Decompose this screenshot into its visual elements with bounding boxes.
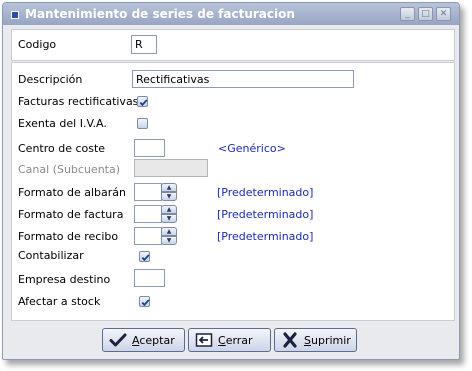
window-icon [11, 11, 19, 19]
formato-albaran-link[interactable]: [Predeterminado] [217, 186, 313, 199]
close-button[interactable]: ✕ [436, 7, 451, 21]
window-title: Mantenimiento de series de facturacion [25, 7, 295, 21]
suprimir-button[interactable]: Suprimir [274, 328, 357, 352]
afectar-stock-checkbox[interactable] [139, 296, 150, 307]
spin-down-icon[interactable]: ▼ [161, 192, 177, 201]
facturas-rectificativas-checkbox[interactable] [137, 96, 148, 107]
formato-albaran-label: Formato de albarán [18, 186, 126, 199]
centro-coste-label: Centro de coste [18, 142, 106, 155]
check-icon [141, 299, 150, 307]
codigo-panel: Codigo R [11, 29, 455, 61]
exenta-iva-checkbox[interactable] [137, 118, 148, 129]
suprimir-label: Suprimir [304, 333, 351, 347]
empresa-destino-label: Empresa destino [18, 273, 111, 286]
afectar-stock-label: Afectar a stock [18, 295, 101, 308]
formato-recibo-link[interactable]: [Predeterminado] [217, 230, 313, 243]
formato-factura-label: Formato de factura [18, 208, 124, 221]
dialog-window: Mantenimiento de series de facturacion _… [2, 2, 460, 360]
spin-down-icon[interactable]: ▼ [161, 236, 177, 245]
cerrar-label: Cerrar [218, 333, 253, 347]
spin-up-icon[interactable]: ▲ [161, 205, 177, 214]
check-icon [141, 254, 150, 262]
spin-up-icon[interactable]: ▲ [161, 227, 177, 236]
cerrar-button[interactable]: Cerrar [188, 328, 271, 352]
contabilizar-checkbox[interactable] [139, 251, 150, 262]
exenta-iva-label: Exenta del I.V.A. [18, 117, 107, 130]
title-bar[interactable]: Mantenimiento de series de facturacion _… [3, 3, 459, 25]
formato-albaran-input[interactable] [134, 183, 162, 201]
maximize-button[interactable]: □ [418, 7, 433, 21]
canal-label: Canal (Subcuenta) [18, 163, 121, 176]
descripcion-label: Descripción [18, 73, 83, 86]
aceptar-label: Aceptar [132, 333, 175, 347]
formato-recibo-spinner[interactable]: ▲ ▼ [134, 227, 178, 245]
aceptar-button[interactable]: Aceptar [102, 328, 185, 352]
formato-recibo-input[interactable] [134, 227, 162, 245]
formato-factura-link[interactable]: [Predeterminado] [217, 208, 313, 221]
canal-input[interactable] [134, 159, 208, 177]
centro-coste-link[interactable]: <Genérico> [218, 142, 286, 155]
codigo-label: Codigo [18, 38, 57, 51]
contabilizar-label: Contabilizar [18, 249, 84, 262]
minimize-button[interactable]: _ [400, 7, 415, 21]
check-icon [139, 99, 148, 107]
formato-recibo-label: Formato de recibo [18, 230, 119, 243]
spin-down-icon[interactable]: ▼ [161, 214, 177, 223]
series-form-panel: Descripción Rectificativas Facturas rect… [11, 62, 455, 321]
back-arrow-icon [195, 332, 213, 348]
formato-factura-input[interactable] [134, 205, 162, 223]
empresa-destino-input[interactable] [134, 269, 165, 287]
codigo-input[interactable]: R [131, 35, 157, 54]
formato-albaran-spinner[interactable]: ▲ ▼ [134, 183, 178, 201]
facturas-rectificativas-label: Facturas rectificativas [18, 95, 139, 108]
check-icon [109, 332, 127, 348]
centro-coste-input[interactable] [134, 139, 165, 157]
formato-factura-spinner[interactable]: ▲ ▼ [134, 205, 178, 223]
descripcion-input[interactable]: Rectificativas [132, 70, 354, 88]
delete-x-icon [281, 332, 299, 348]
spin-up-icon[interactable]: ▲ [161, 183, 177, 192]
